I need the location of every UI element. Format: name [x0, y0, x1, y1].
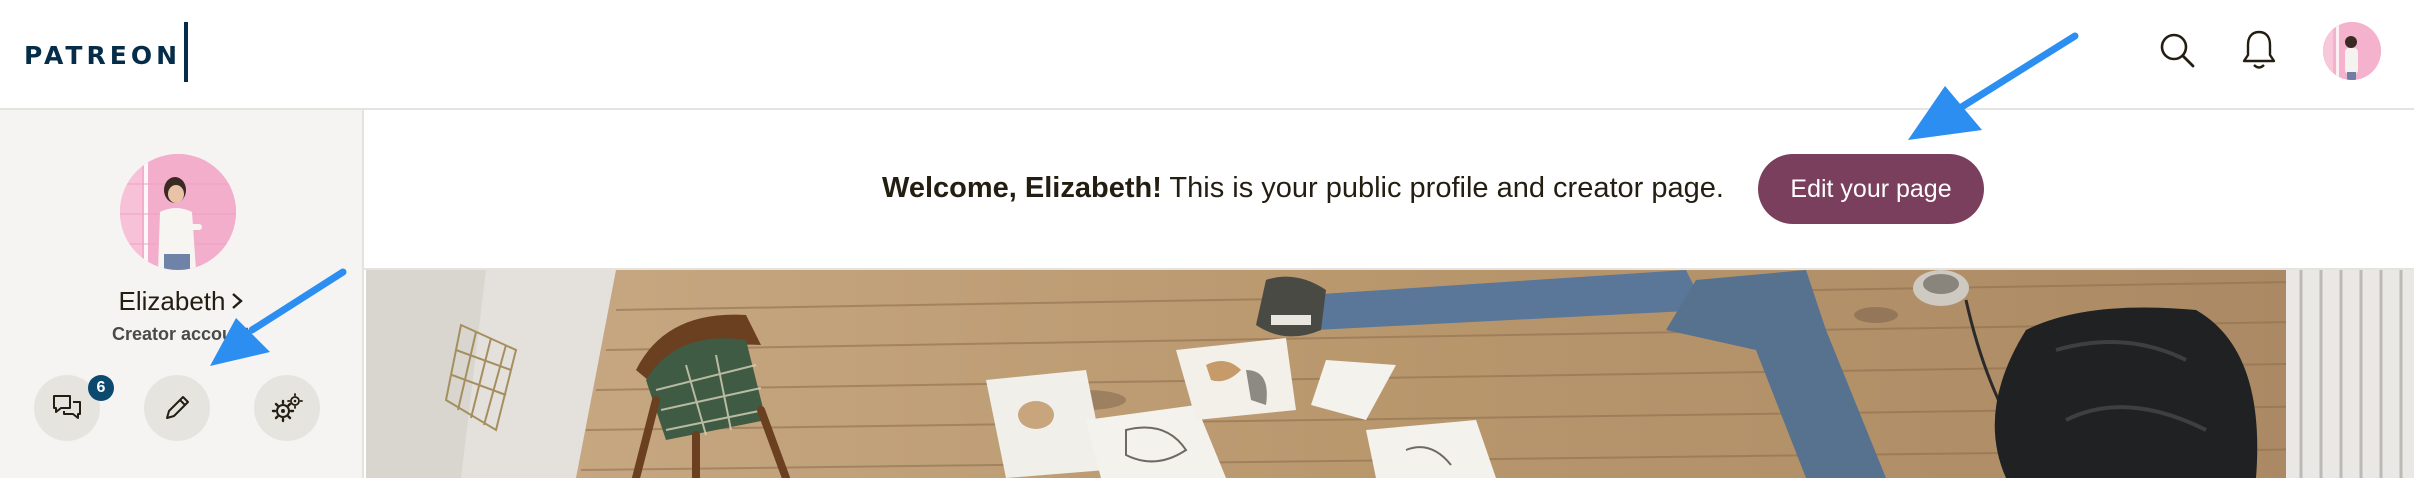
welcome-banner: Welcome, Elizabeth! This is your public …	[364, 110, 2414, 270]
bell-icon[interactable]	[2237, 28, 2281, 72]
patreon-logo[interactable]: PATREON	[24, 22, 188, 82]
logo-text: PATREON	[24, 40, 181, 70]
user-avatar[interactable]	[2323, 22, 2381, 80]
pencil-icon	[166, 396, 189, 419]
chevron-right-icon	[231, 290, 244, 316]
profile-name: Elizabeth	[118, 286, 226, 316]
gear-icon	[271, 393, 303, 423]
welcome-greeting: Welcome, Elizabeth!	[882, 172, 1162, 204]
top-navigation-bar: PATREON	[0, 0, 2414, 110]
logo-divider	[184, 22, 188, 82]
messages-icon	[53, 395, 81, 419]
welcome-message: Welcome, Elizabeth! This is your public …	[882, 172, 1724, 205]
edit-profile-button[interactable]	[144, 375, 210, 441]
profile-name-link[interactable]: Elizabeth	[0, 286, 362, 317]
search-icon[interactable]	[2155, 28, 2199, 72]
cover-photo	[366, 270, 2414, 478]
messages-count-badge: 6	[88, 375, 114, 401]
profile-avatar[interactable]	[120, 154, 236, 270]
edit-your-page-button[interactable]: Edit your page	[1758, 154, 1984, 224]
profile-sidebar: Elizabeth Creator account 6	[0, 110, 364, 478]
settings-button[interactable]	[254, 375, 320, 441]
account-type-label: Creator account	[111, 324, 251, 344]
welcome-description: This is your public profile and creator …	[1161, 172, 1724, 204]
